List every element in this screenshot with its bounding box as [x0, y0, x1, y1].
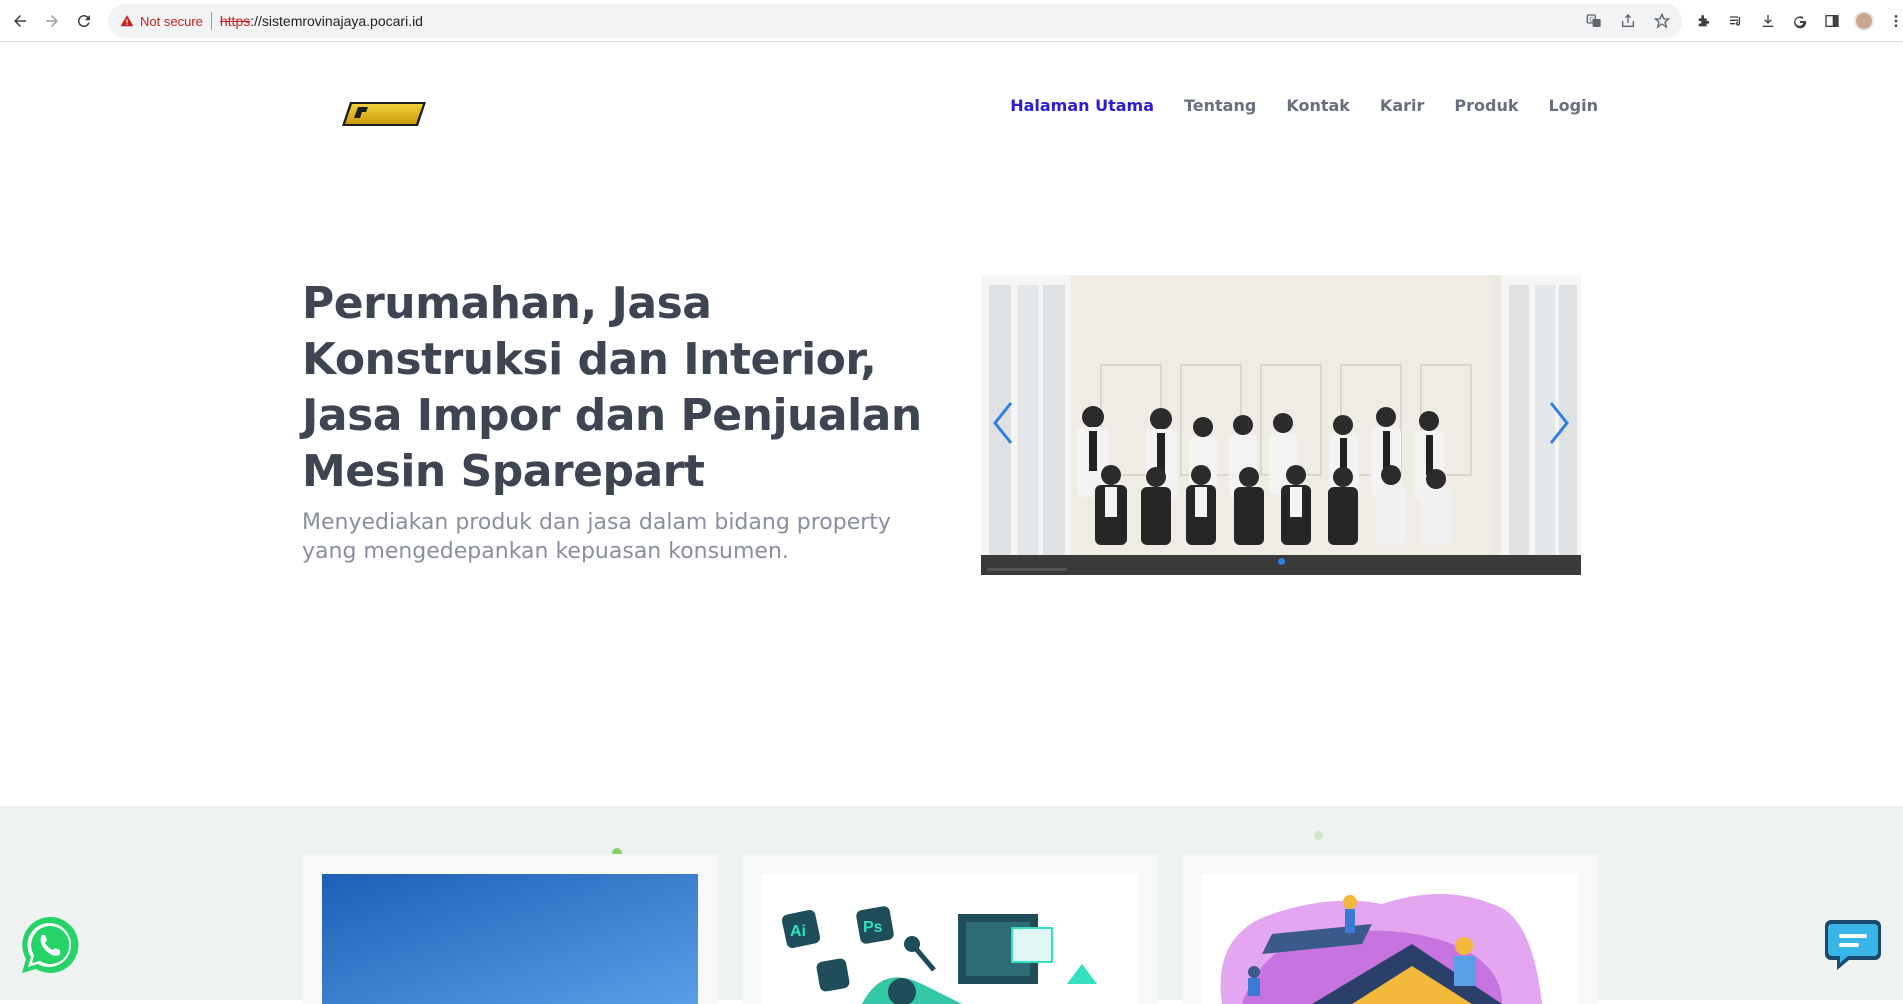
hero-title: Perumahan, Jasa Konstruksi dan Interior,…: [302, 278, 922, 497]
ai-app-label: Ai: [790, 923, 806, 940]
address-bar[interactable]: Not secure https://sistemrovinajaya.poca…: [108, 4, 1682, 38]
feature-card[interactable]: [302, 854, 718, 1004]
nav-produk[interactable]: Produk: [1454, 96, 1518, 115]
nav-karir[interactable]: Karir: [1380, 96, 1424, 115]
main-navigation: Halaman Utama Tentang Kontak Karir Produ…: [1010, 96, 1598, 115]
url-scheme: https: [219, 13, 251, 29]
whatsapp-button[interactable]: [18, 913, 82, 977]
feature-card[interactable]: [1182, 854, 1598, 1004]
side-panel-icon[interactable]: [1822, 11, 1842, 31]
site-logo[interactable]: [340, 96, 430, 132]
google-icon[interactable]: [1790, 11, 1810, 31]
whatsapp-icon: [22, 916, 79, 973]
live-chat-button[interactable]: [1823, 916, 1883, 974]
reload-button[interactable]: [68, 5, 100, 37]
warning-icon: [120, 15, 134, 27]
nav-kontak[interactable]: Kontak: [1286, 96, 1350, 115]
security-label: Not secure: [140, 13, 203, 29]
carousel-next-button[interactable]: [1543, 397, 1575, 449]
construction-illustration: [1202, 874, 1578, 1004]
feature-card-image: Ai Ps: [762, 874, 1138, 1004]
chevron-left-icon: [993, 402, 1013, 444]
url-host: ://sistemrovinajaya.pocari.id: [250, 13, 423, 29]
menu-kebab-icon[interactable]: [1886, 11, 1903, 31]
carousel-progress-bar: [987, 568, 1067, 571]
feature-card[interactable]: Ai Ps: [742, 854, 1158, 1004]
design-apps-illustration: Ai Ps: [762, 874, 1138, 1004]
profile-avatar[interactable]: [1854, 11, 1874, 31]
chat-bubble-icon: [1825, 920, 1881, 970]
reload-icon: [77, 15, 90, 28]
carousel-dot[interactable]: [1277, 558, 1285, 565]
arrow-right-icon: [46, 15, 58, 27]
arrow-left-icon: [14, 15, 26, 27]
carousel-pagination: [981, 558, 1581, 565]
divider: [210, 12, 212, 30]
chevron-right-icon: [1549, 402, 1569, 444]
download-icon[interactable]: [1758, 11, 1778, 31]
nav-login[interactable]: Login: [1548, 96, 1598, 115]
back-button[interactable]: [4, 5, 36, 37]
decorative-dot: [1314, 831, 1323, 840]
forward-button[interactable]: [36, 5, 68, 37]
extensions-icon[interactable]: [1694, 11, 1714, 31]
feature-card-image: [322, 874, 698, 1004]
feature-card-image: [1202, 874, 1578, 1004]
browser-toolbar: Not secure https://sistemrovinajaya.poca…: [0, 0, 1903, 42]
sky-image: [322, 874, 698, 1004]
ps-app-label: Ps: [863, 919, 883, 936]
team-photo: [981, 275, 1581, 575]
hero-subtitle: Menyediakan produk dan jasa dalam bidang…: [302, 510, 891, 564]
nav-tentang[interactable]: Tentang: [1184, 96, 1256, 115]
bookmark-star-icon[interactable]: [1652, 11, 1672, 31]
nav-halaman-utama[interactable]: Halaman Utama: [1010, 96, 1154, 115]
hero-carousel: [981, 275, 1581, 575]
carousel-prev-button[interactable]: [987, 397, 1019, 449]
share-icon[interactable]: [1618, 11, 1638, 31]
translate-icon[interactable]: G: [1584, 11, 1604, 31]
security-indicator[interactable]: Not secure: [120, 14, 203, 29]
rjs-logo-icon: [342, 102, 426, 126]
reading-list-icon[interactable]: [1726, 11, 1746, 31]
